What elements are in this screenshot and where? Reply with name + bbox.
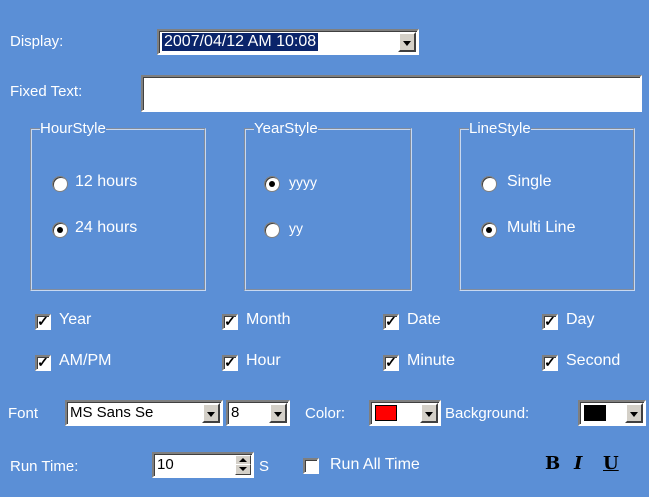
run-time-spinner[interactable]: 10 — [152, 452, 254, 478]
hour-style-title: HourStyle — [40, 120, 106, 137]
display-label: Display: — [10, 33, 64, 50]
run-time-unit: S — [259, 458, 270, 475]
minute-checkbox[interactable]: ✓ — [383, 355, 399, 371]
background-label: Background: — [445, 405, 530, 422]
radio-yy-label: yy — [289, 220, 303, 236]
run-all-time-checkbox[interactable] — [303, 458, 319, 474]
minute-checkbox-label: Minute — [407, 352, 456, 369]
font-name-value: MS Sans Se — [70, 404, 154, 421]
color-select[interactable] — [369, 400, 441, 426]
radio-multi-line[interactable] — [481, 222, 497, 238]
year-checkbox[interactable]: ✓ — [35, 314, 51, 330]
radio-single-label: Single — [507, 173, 552, 190]
radio-24-hours-label: 24 hours — [75, 219, 138, 236]
month-checkbox[interactable]: ✓ — [222, 314, 238, 330]
day-checkbox[interactable]: ✓ — [542, 314, 558, 330]
display-format-value: 2007/04/12 AM 10:08 — [162, 33, 319, 51]
year-style-group: YearStyle — [244, 120, 412, 291]
radio-multi-line-label: Multi Line — [507, 219, 576, 236]
font-name-select[interactable]: MS Sans Se — [65, 400, 223, 426]
ampm-checkbox[interactable]: ✓ — [35, 355, 51, 371]
background-select[interactable] — [578, 400, 646, 426]
hour-checkbox[interactable]: ✓ — [222, 355, 238, 371]
hour-style-group: HourStyle — [30, 120, 206, 291]
radio-12-hours-label: 12 hours — [75, 173, 138, 190]
year-style-title: YearStyle — [254, 120, 318, 137]
bold-button[interactable]: B — [545, 453, 560, 474]
radio-12-hours[interactable] — [52, 176, 68, 192]
year-checkbox-label: Year — [59, 311, 92, 328]
font-size-select[interactable]: 8 — [226, 400, 290, 426]
line-style-title: LineStyle — [469, 120, 531, 137]
month-checkbox-label: Month — [246, 311, 291, 328]
font-name-dropdown-button[interactable] — [202, 403, 220, 423]
fixed-text-label: Fixed Text: — [10, 83, 83, 100]
color-dropdown-button[interactable] — [420, 403, 438, 423]
line-style-group: LineStyle — [459, 120, 635, 291]
color-label: Color: — [305, 405, 346, 422]
run-all-time-label: Run All Time — [330, 456, 420, 473]
day-checkbox-label: Day — [566, 311, 595, 328]
radio-yy[interactable] — [264, 222, 280, 238]
background-swatch — [584, 405, 606, 421]
color-swatch — [375, 405, 397, 421]
second-checkbox[interactable]: ✓ — [542, 355, 558, 371]
display-format-select[interactable]: 2007/04/12 AM 10:08 — [157, 29, 419, 55]
font-size-dropdown-button[interactable] — [269, 403, 287, 423]
spin-down-button[interactable] — [235, 464, 251, 475]
date-checkbox[interactable]: ✓ — [383, 314, 399, 330]
display-dropdown-button[interactable] — [398, 32, 416, 52]
underline-button[interactable]: U — [603, 453, 619, 474]
fixed-text-input[interactable] — [141, 75, 642, 112]
background-dropdown-button[interactable] — [625, 403, 643, 423]
run-time-value: 10 — [157, 456, 174, 473]
second-checkbox-label: Second — [566, 352, 621, 369]
italic-button[interactable]: I — [574, 453, 582, 474]
run-time-label: Run Time: — [10, 458, 79, 475]
radio-yyyy-label: yyyy — [289, 174, 317, 190]
font-size-value: 8 — [231, 404, 240, 421]
radio-yyyy[interactable] — [264, 176, 280, 192]
date-checkbox-label: Date — [407, 311, 441, 328]
ampm-checkbox-label: AM/PM — [59, 352, 112, 369]
font-label: Font — [8, 405, 39, 422]
radio-24-hours[interactable] — [52, 222, 68, 238]
hour-checkbox-label: Hour — [246, 352, 281, 369]
radio-single[interactable] — [481, 176, 497, 192]
